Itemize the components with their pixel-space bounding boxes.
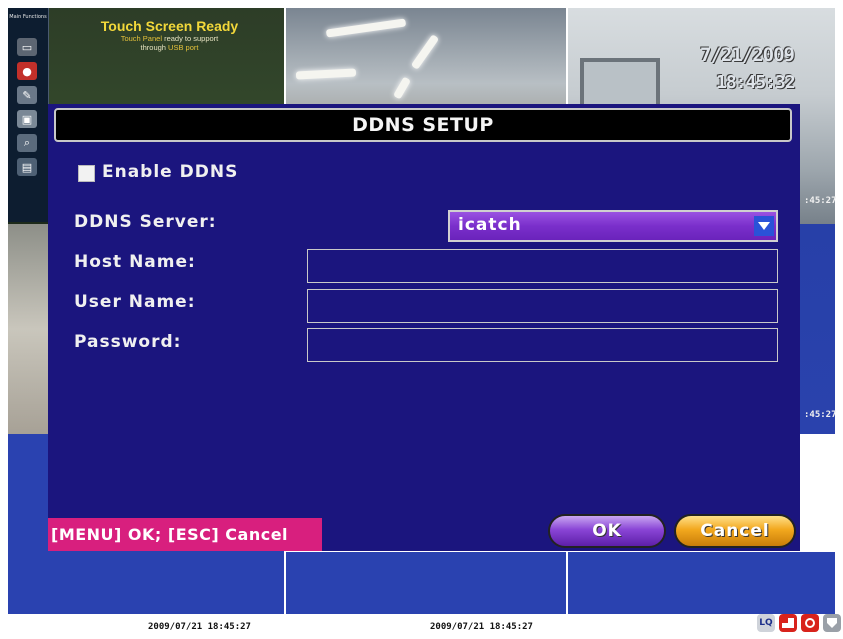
key-hint-bar: [MENU] OK; [ESC] Cancel <box>48 518 322 551</box>
status-icons: LQ <box>757 614 841 632</box>
playback-icon[interactable]: ▣ <box>17 110 37 128</box>
camera-view-9 <box>568 552 835 614</box>
ddns-server-label: DDNS Server: <box>74 212 217 232</box>
backup-icon[interactable]: ▤ <box>17 158 37 176</box>
user-name-field[interactable] <box>307 289 778 323</box>
lq-icon[interactable]: LQ <box>757 614 775 632</box>
record-status-icon[interactable] <box>801 614 819 632</box>
host-name-label: Host Name: <box>74 252 196 272</box>
search-icon[interactable]: ⌕ <box>17 134 37 152</box>
camera-date: 7/21/2009 <box>700 44 795 66</box>
camera-timestamp-partial: :45:27 <box>804 196 837 206</box>
pen-icon[interactable]: ✎ <box>17 86 37 104</box>
enable-ddns-label[interactable]: Enable DDNS <box>102 162 238 182</box>
ok-button[interactable]: OK <box>548 514 666 548</box>
shield-icon[interactable] <box>823 614 841 632</box>
dialog-title: DDNS SETUP <box>352 114 494 136</box>
camera-timestamp: 2009/07/21 18:45:27 <box>148 622 251 632</box>
chevron-down-icon[interactable] <box>754 216 774 236</box>
ok-button-label: OK <box>592 521 622 541</box>
record-icon[interactable]: ● <box>17 62 37 80</box>
cancel-button[interactable]: Cancel <box>674 514 796 548</box>
key-hint-text: [MENU] OK; [ESC] Cancel <box>51 525 289 544</box>
user-name-label: User Name: <box>74 292 196 312</box>
camera-view-6 <box>800 224 835 434</box>
enable-ddns-checkbox[interactable] <box>78 165 95 182</box>
main-functions-panel: Main Functions ▭ ● ✎ ▣ ⌕ ▤ <box>8 8 49 222</box>
ddns-setup-dialog: DDNS SETUP Enable DDNS DDNS Server: icat… <box>48 104 800 551</box>
camera-view-8 <box>286 552 566 614</box>
camera-time: 18:45:32 <box>716 72 796 93</box>
camera-timestamp: 2009/07/21 18:45:27 <box>430 622 533 632</box>
camera-view-4 <box>8 224 48 434</box>
cancel-button-label: Cancel <box>700 521 770 541</box>
layout-icon[interactable] <box>779 614 797 632</box>
ddns-server-select[interactable]: icatch <box>448 210 778 242</box>
ddns-server-value: icatch <box>458 215 522 235</box>
touch-panel-support-text: ready to support <box>161 34 219 43</box>
password-label: Password: <box>74 332 182 352</box>
touch-screen-notice: Touch Screen Ready Touch Panel ready to … <box>62 18 277 52</box>
password-field[interactable] <box>307 328 778 362</box>
main-functions-title: Main Functions <box>9 14 47 20</box>
display-icon[interactable]: ▭ <box>17 38 37 56</box>
touch-panel-text: Touch Panel <box>120 34 162 43</box>
host-name-field[interactable] <box>307 249 778 283</box>
usb-port-text: USB port <box>168 43 199 52</box>
touch-screen-title: Touch Screen Ready <box>100 18 239 34</box>
touch-screen-subtitle: Touch Panel ready to support through USB… <box>62 34 277 52</box>
dialog-titlebar: DDNS SETUP <box>54 108 792 142</box>
camera-timestamp-partial: :45:27 <box>804 410 837 420</box>
touch-panel-through-text: through <box>140 43 169 52</box>
